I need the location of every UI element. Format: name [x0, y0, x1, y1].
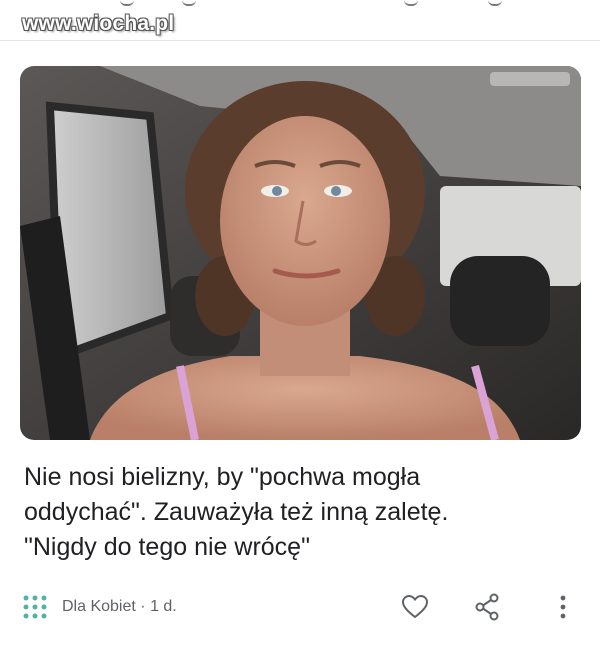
article-headline[interactable]: Nie nosi bielizny, by "pochwa mogła oddy…: [24, 460, 580, 565]
share-icon[interactable]: [472, 592, 502, 622]
headline-line: "Nigdy do tego nie wrócę": [24, 533, 310, 561]
headline-line: Nie nosi bielizny, by "pochwa mogła: [24, 463, 421, 491]
status-strip: www.wiocha.pl: [0, 0, 600, 40]
more-vertical-icon[interactable]: [548, 592, 578, 622]
watermark: www.wiocha.pl: [22, 12, 175, 35]
dots-grid-icon: [22, 594, 48, 620]
status-fragment-icon: [404, 0, 418, 6]
separator-dot: ·: [140, 598, 146, 615]
source-label[interactable]: Dla Kobiet · 1 d.: [62, 598, 177, 616]
article-age: 1 d.: [150, 598, 177, 615]
divider: [0, 40, 600, 41]
heart-icon[interactable]: [400, 592, 430, 622]
article-footer: Dla Kobiet · 1 d.: [22, 592, 582, 622]
source-name: Dla Kobiet: [62, 598, 136, 615]
status-fragment-icon: [120, 0, 134, 6]
article-image[interactable]: [20, 66, 581, 440]
headline-line: oddychać". Zauważyła też inną zaletę.: [24, 498, 449, 526]
status-fragment-icon: [182, 0, 196, 6]
status-fragment-icon: [488, 0, 502, 6]
